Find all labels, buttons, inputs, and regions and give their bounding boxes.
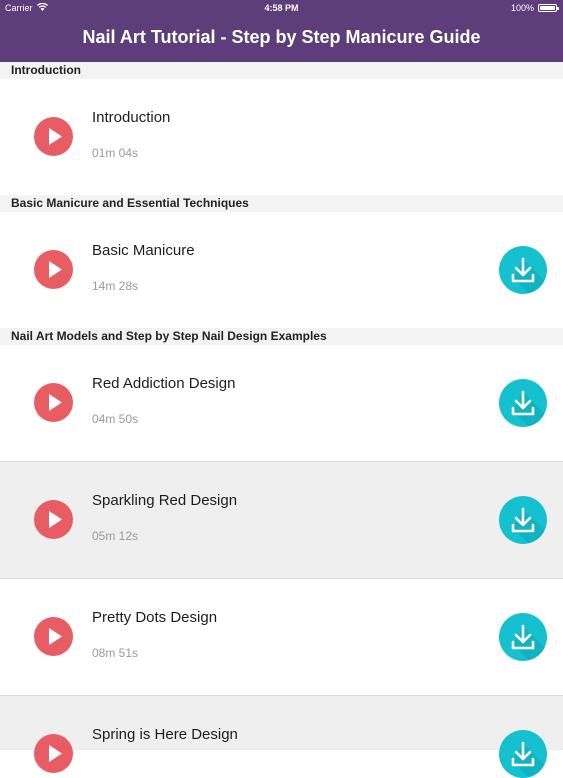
item-title: Spring is Here Design [92, 726, 238, 743]
play-icon[interactable] [34, 734, 73, 773]
item-title: Introduction [92, 109, 171, 126]
list-item[interactable]: Spring is Here Design [0, 696, 563, 778]
play-icon[interactable] [34, 617, 73, 656]
download-icon[interactable] [499, 496, 547, 544]
section-header-introduction: Introduction [0, 62, 563, 79]
section-header-basic-manicure: Basic Manicure and Essential Techniques [0, 195, 563, 212]
status-right: 100% [510, 3, 559, 13]
status-time: 4:58 PM [264, 3, 299, 13]
item-title: Basic Manicure [92, 242, 195, 259]
status-bar: Carrier 4:58 PM 100% [0, 0, 563, 16]
item-duration: 14m 28s [92, 279, 139, 293]
list-item[interactable]: Introduction 01m 04s [0, 79, 563, 195]
item-duration: 01m 04s [92, 146, 139, 160]
list-item[interactable]: Sparkling Red Design 05m 12s [0, 462, 563, 579]
download-icon[interactable] [499, 379, 547, 427]
item-title: Pretty Dots Design [92, 609, 218, 626]
battery-percent: 100% [510, 3, 534, 13]
play-icon[interactable] [34, 250, 73, 289]
play-icon[interactable] [34, 500, 73, 539]
page-title: Nail Art Tutorial - Step by Step Manicur… [82, 27, 481, 47]
play-icon[interactable] [34, 117, 73, 156]
item-duration: 04m 50s [92, 412, 139, 426]
item-title: Red Addiction Design [92, 375, 236, 392]
navigation-bar: Carrier 4:58 PM 100% Nail Art Tutorial -… [0, 0, 563, 62]
download-icon[interactable] [499, 246, 547, 294]
play-icon[interactable] [34, 383, 73, 422]
download-icon[interactable] [499, 730, 547, 778]
item-duration: 05m 12s [92, 529, 139, 543]
download-icon[interactable] [499, 613, 547, 661]
list-item[interactable]: Pretty Dots Design 08m 51s [0, 579, 563, 696]
item-duration: 08m 51s [92, 646, 139, 660]
list-item[interactable]: Red Addiction Design 04m 50s [0, 345, 563, 462]
item-title: Sparkling Red Design [92, 492, 238, 509]
section-header-nail-art-models: Nail Art Models and Step by Step Nail De… [0, 328, 563, 345]
list-item[interactable]: Basic Manicure 14m 28s [0, 212, 563, 328]
battery-icon [538, 4, 559, 12]
